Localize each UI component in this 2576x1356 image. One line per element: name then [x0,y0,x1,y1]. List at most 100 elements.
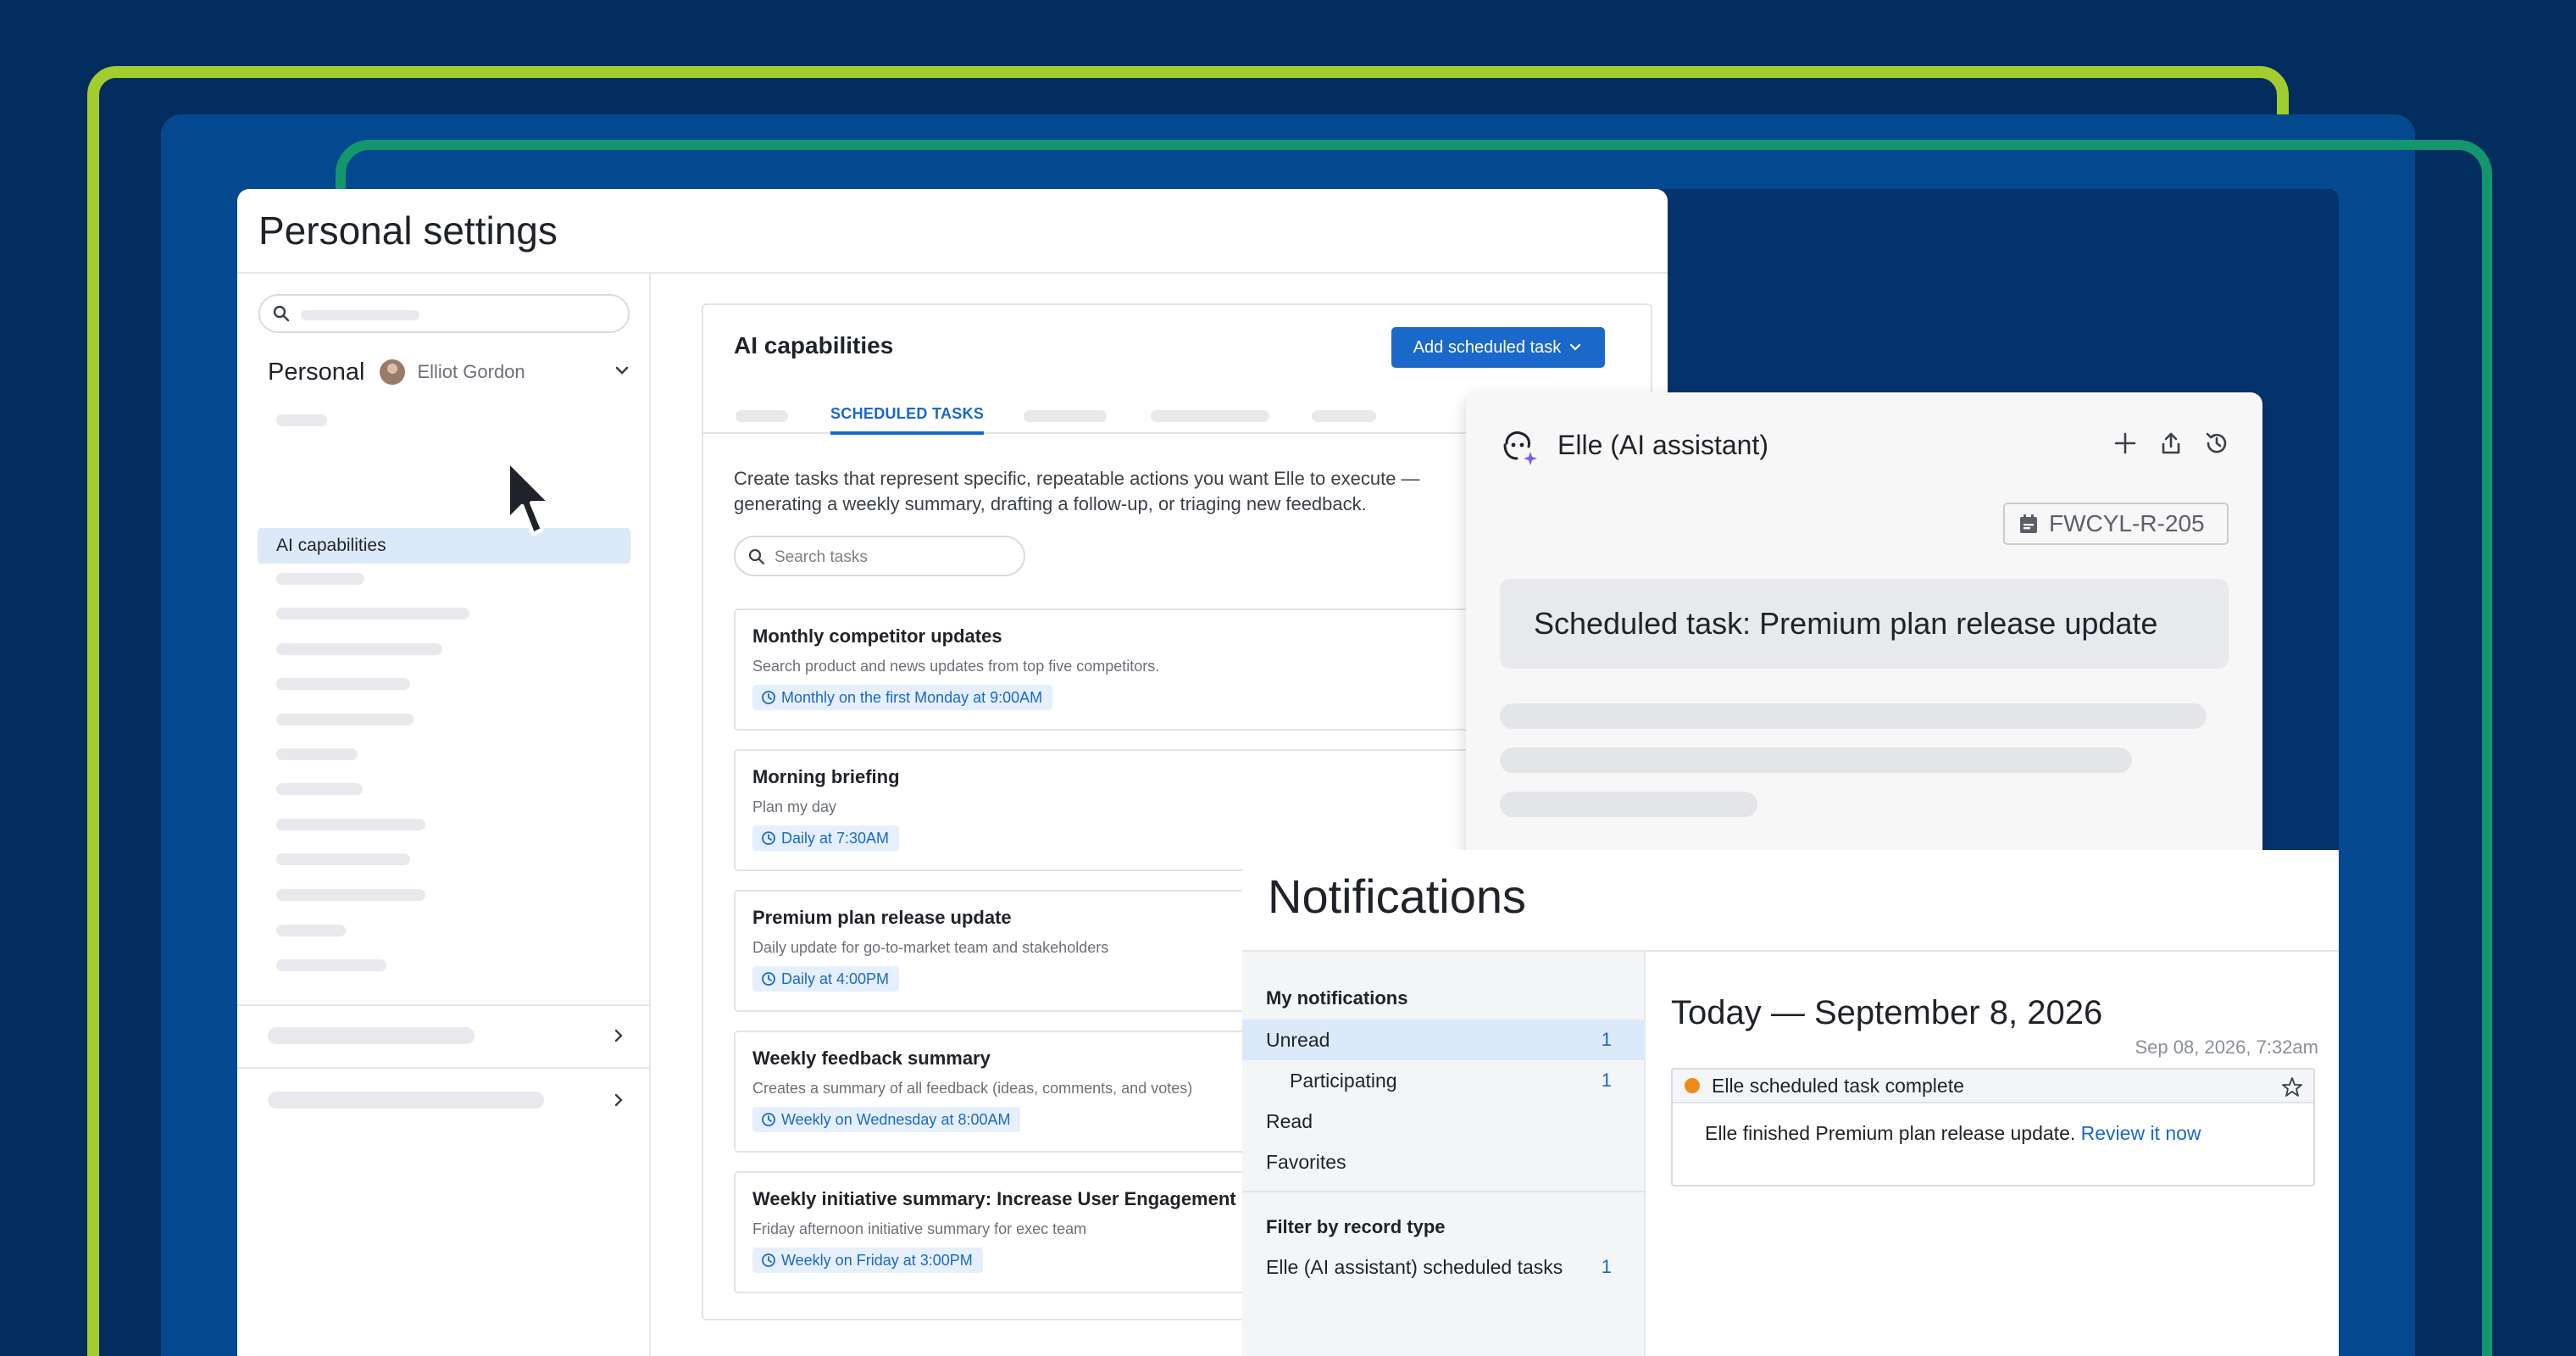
page-title: Personal settings [258,208,558,253]
history-icon[interactable] [2203,430,2230,457]
sidebar-item-placeholder[interactable] [276,819,425,831]
user-name: Elliot Gordon [417,361,525,382]
task-title: Premium plan release update [752,907,1012,928]
record-id-badge[interactable]: FWCYL-R-205 [2003,503,2229,545]
tab-placeholder[interactable] [1151,410,1269,422]
elle-assistant-panel: Elle (AI assistant) FWCYL-R-205 Schedule… [1466,392,2262,867]
search-placeholder-bar [301,310,419,320]
sidebar-group-placeholder[interactable] [268,1092,544,1109]
avatar [380,359,406,385]
clock-icon [762,972,775,986]
notification-body: Elle finished Premium plan release updat… [1705,1122,2201,1145]
filter-label: Participating [1290,1069,1397,1092]
filter-elle-scheduled-tasks[interactable]: Elle (AI assistant) scheduled tasks 1 [1242,1247,1646,1287]
notifications-title: Notifications [1268,870,1527,923]
notifications-panel: Notifications My notifications Unread 1 … [1242,850,2339,1356]
task-title: Monthly competitor updates [752,625,1002,647]
task-subtitle: Daily update for go-to-market team and s… [752,939,1109,956]
tab-placeholder[interactable] [1024,410,1107,422]
sidebar-item-placeholder[interactable] [276,783,363,795]
chevron-down-icon[interactable] [612,360,632,381]
calendar-icon [2020,514,2037,533]
schedule-text: Monthly on the first Monday at 9:00AM [781,688,1043,706]
clock-icon [762,831,775,845]
filter-label: Unread [1266,1028,1330,1051]
record-id: FWCYL-R-205 [2049,510,2205,536]
tasks-description: Create tasks that represent specific, re… [734,468,1420,514]
filter-favorites[interactable]: Favorites [1242,1142,1646,1182]
tab-placeholder[interactable] [736,410,788,422]
review-it-now-link[interactable]: Review it now [2081,1122,2201,1144]
filter-label: Elle (AI assistant) scheduled tasks [1266,1255,1563,1278]
task-title: Morning briefing [752,766,900,787]
notification-card-header: Elle scheduled task complete [1673,1070,2313,1103]
schedule-badge: Weekly on Wednesday at 8:00AM [752,1107,1021,1132]
sidebar-divider [1242,1191,1646,1192]
settings-header: Personal settings [237,189,1668,274]
personal-label: Personal [268,358,365,386]
sidebar-item-placeholder[interactable] [276,643,442,655]
task-subtitle: Search product and news updates from top… [752,658,1160,675]
filter-label: Favorites [1266,1150,1346,1173]
sidebar-search-input[interactable] [258,294,630,333]
add-scheduled-task-button[interactable]: Add scheduled task [1391,327,1605,368]
schedule-text: Weekly on Wednesday at 8:00AM [781,1110,1011,1128]
sidebar-divider [237,1067,651,1069]
date-heading: Today — September 8, 2026 [1671,994,2103,1031]
task-title: Weekly feedback summary [752,1048,991,1069]
filter-participating[interactable]: Participating 1 [1242,1060,1646,1101]
search-icon [273,305,290,322]
sidebar-item-placeholder[interactable] [276,889,425,901]
notifications-sidebar: My notifications Unread 1 Participating … [1242,952,1646,1356]
clock-icon [762,1113,775,1126]
search-placeholder: Search tasks [774,548,868,566]
message-placeholder [1500,747,2132,773]
sidebar-divider [237,1004,651,1006]
schedule-text: Weekly on Friday at 3:00PM [781,1251,973,1269]
task-subtitle: Creates a summary of all feedback (ideas… [752,1080,1193,1097]
filter-label: Read [1266,1109,1313,1132]
mouse-cursor-icon [506,458,552,536]
notification-title: Elle scheduled task complete [1712,1074,1964,1097]
sidebar-item-placeholder[interactable] [276,959,386,971]
message-placeholder [1500,792,1757,817]
notification-card[interactable]: Elle scheduled task complete Elle finish… [1671,1068,2315,1186]
sidebar-item-placeholder[interactable] [276,853,410,865]
search-tasks-input[interactable]: Search tasks [734,536,1025,576]
share-icon[interactable] [2157,430,2185,457]
my-notifications-heading: My notifications [1266,987,1408,1009]
task-subtitle: Friday afternoon initiative summary for … [752,1220,1087,1237]
sidebar-item-placeholder[interactable] [276,678,410,690]
elle-message: Scheduled task: Premium plan release upd… [1500,579,2229,669]
participating-count: 1 [1601,1070,1612,1091]
elle-tasks-count: 1 [1601,1256,1612,1277]
sidebar-item-ai-capabilities[interactable]: AI capabilities [258,528,630,564]
sidebar-item-placeholder[interactable] [276,414,327,426]
tab-placeholder[interactable] [1312,410,1376,422]
chevron-right-icon[interactable] [610,1092,627,1109]
schedule-badge: Daily at 7:30AM [752,825,900,851]
sidebar-group-placeholder[interactable] [268,1027,475,1044]
sidebar-item-placeholder[interactable] [276,608,469,620]
sidebar-item-placeholder[interactable] [276,925,346,936]
settings-sidebar: Personal Elliot Gordon AI capabilities [237,274,651,1356]
ai-assistant-icon [1503,431,1537,465]
tab-scheduled-tasks[interactable]: SCHEDULED TASKS [830,405,985,435]
notification-timestamp: Sep 08, 2026, 7:32am [2135,1036,2319,1058]
filter-read[interactable]: Read [1242,1101,1646,1142]
sidebar-item-placeholder[interactable] [276,573,364,585]
sidebar-item-placeholder[interactable] [276,748,358,760]
sidebar-item-placeholder[interactable] [276,714,414,725]
task-card[interactable]: Monthly competitor updates Search produc… [734,609,1581,731]
task-title: Weekly initiative summary: Increase User… [752,1188,1236,1209]
star-icon[interactable] [2281,1076,2303,1098]
schedule-text: Daily at 7:30AM [781,829,890,847]
clock-icon [762,1253,775,1267]
personal-section-header[interactable]: Personal Elliot Gordon [268,348,632,396]
chevron-right-icon[interactable] [610,1027,627,1044]
filter-unread[interactable]: Unread 1 [1242,1020,1646,1060]
schedule-text: Daily at 4:00PM [781,970,890,987]
filter-by-record-heading: Filter by record type [1266,1216,1446,1237]
plus-icon[interactable] [2112,430,2139,457]
schedule-badge: Daily at 4:00PM [752,966,900,992]
